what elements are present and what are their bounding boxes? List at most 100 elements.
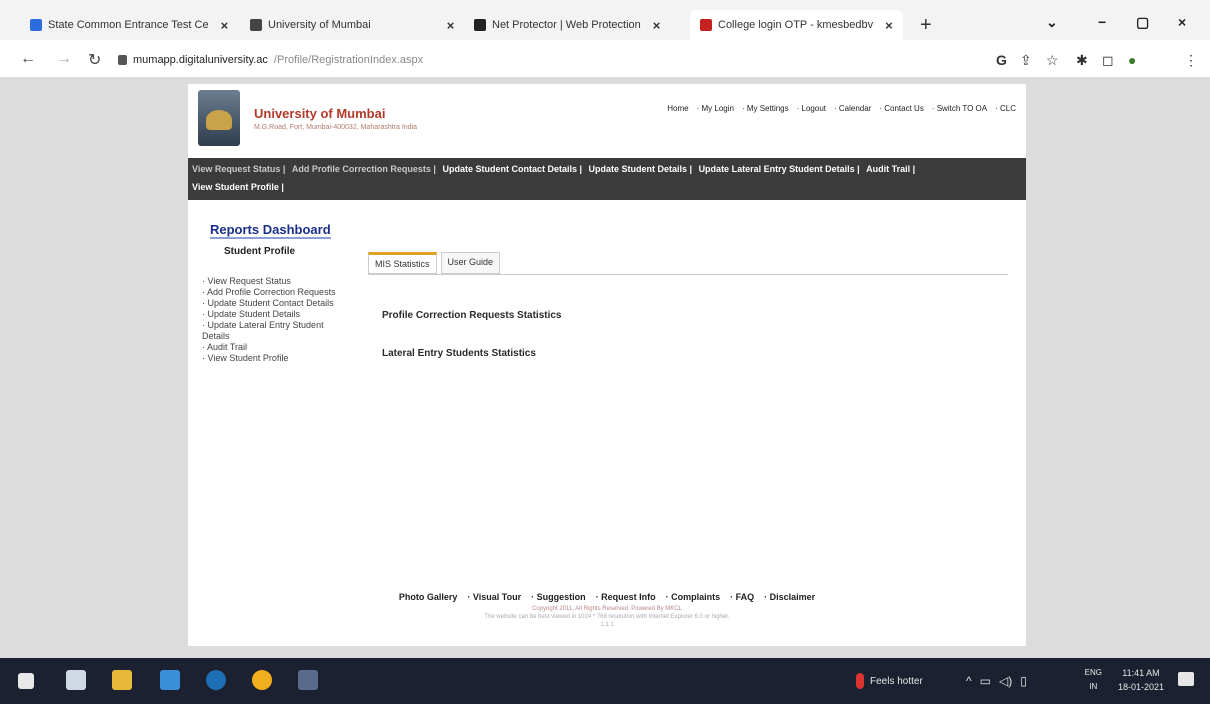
volume-icon[interactable]: ◁) <box>999 674 1012 688</box>
close-icon[interactable]: × <box>447 18 455 33</box>
footer-fine-print: The website can be best viewed in 1024 *… <box>484 614 730 620</box>
link-contact-us[interactable]: · Contact Us <box>879 104 923 113</box>
menu-add-profile-correction[interactable]: Add Profile Correction Requests | <box>292 164 436 174</box>
windows-taskbar: Feels hotter ^ ▭ ◁) ▯ ENG IN 11:41 AM 18… <box>0 658 1210 704</box>
site-title[interactable]: University of Mumbai <box>254 106 385 121</box>
footer-link-faq[interactable]: · FAQ <box>730 592 754 602</box>
file-explorer-icon[interactable] <box>112 670 132 690</box>
windows-start-icon[interactable] <box>18 673 34 689</box>
link-my-login[interactable]: · My Login <box>697 104 734 113</box>
tab-divider <box>368 274 1008 275</box>
link-logout[interactable]: · Logout <box>797 104 826 113</box>
footer-link-visual-tour[interactable]: · Visual Tour <box>467 592 521 602</box>
menu-update-contact-details[interactable]: Update Student Contact Details | <box>442 164 582 174</box>
menu-update-student-details[interactable]: Update Student Details | <box>589 164 693 174</box>
notification-icon[interactable] <box>1178 672 1194 686</box>
tab-mis-statistics[interactable]: MIS Statistics <box>368 252 437 274</box>
link-home[interactable]: Home <box>667 104 688 113</box>
site-footer: Photo Gallery · Visual Tour · Suggestion… <box>188 592 1026 628</box>
sidebar-item-update-contact-details[interactable]: · Update Student Contact Details <box>202 298 342 309</box>
region-code: IN <box>1089 682 1098 691</box>
minimize-icon[interactable]: − <box>1098 14 1106 30</box>
footer-link-request-info[interactable]: · Request Info <box>596 592 656 602</box>
link-switch-to-oa[interactable]: · Switch TO OA <box>932 104 987 113</box>
tab-user-guide[interactable]: User Guide <box>440 252 501 274</box>
address-bar[interactable]: mumapp.digitaluniversity.ac/Profile/Regi… <box>118 49 423 71</box>
footer-link-suggestion[interactable]: · Suggestion <box>531 592 586 602</box>
content-tabs: MIS Statistics User Guide <box>368 252 501 274</box>
google-icon[interactable]: G <box>996 52 1007 68</box>
task-view-icon[interactable] <box>66 670 86 690</box>
tab-title: College login OTP - kmesbedbv <box>718 19 874 31</box>
close-icon[interactable]: × <box>221 18 229 33</box>
close-window-icon[interactable]: × <box>1178 14 1186 30</box>
menu-audit-trail[interactable]: Audit Trail | <box>866 164 915 174</box>
link-clc[interactable]: · CLC <box>995 104 1016 113</box>
profile-avatar-icon[interactable]: ● <box>1128 52 1136 68</box>
weather-widget[interactable]: Feels hotter <box>856 658 923 704</box>
reports-dashboard-title[interactable]: Reports Dashboard <box>210 222 331 239</box>
menu-view-student-profile[interactable]: View Student Profile | <box>192 182 284 192</box>
system-tray: ^ ▭ ◁) ▯ <box>966 658 1027 704</box>
tab-title: Net Protector | Web Protection <box>492 19 641 31</box>
menu-row: View Request Status | Add Profile Correc… <box>192 164 919 174</box>
back-icon[interactable]: ← <box>20 50 36 68</box>
browser-tab[interactable]: State Common Entrance Test Ce × <box>20 10 238 40</box>
sidebar-item-update-lateral-entry[interactable]: · Update Lateral Entry Student Details <box>202 320 342 342</box>
link-my-settings[interactable]: · My Settings <box>742 104 789 113</box>
link-calendar[interactable]: · Calendar <box>834 104 871 113</box>
close-icon[interactable]: × <box>653 18 661 33</box>
share-icon[interactable]: ⇪ <box>1020 52 1032 69</box>
extensions-icon[interactable]: ✱ <box>1076 52 1088 69</box>
sidebar-item-view-student-profile[interactable]: · View Student Profile <box>202 353 342 364</box>
site-header: University of Mumbai M.G.Road, Fort, Mum… <box>188 84 1026 156</box>
footer-link-disclaimer[interactable]: · Disclaimer <box>764 592 815 602</box>
lang-code: ENG <box>1084 668 1102 677</box>
lock-icon <box>118 55 127 65</box>
browser-tab[interactable]: University of Mumbai × <box>240 10 464 40</box>
tab-title: State Common Entrance Test Ce <box>48 19 209 31</box>
tab-favicon-icon <box>30 19 42 31</box>
browser-tab-strip: State Common Entrance Test Ce × Universi… <box>0 0 1210 40</box>
sidebar-nav: · View Request Status · Add Profile Corr… <box>202 276 342 364</box>
tab-search-icon[interactable]: ⌄ <box>1046 14 1058 31</box>
language-indicator[interactable]: ENG IN <box>1085 666 1102 694</box>
edge-icon[interactable] <box>206 670 226 690</box>
footer-links: Photo Gallery · Visual Tour · Suggestion… <box>188 592 1026 602</box>
sidebar-item-audit-trail[interactable]: · Audit Trail <box>202 342 342 353</box>
tab-favicon-icon <box>250 19 262 31</box>
reload-icon[interactable]: ↻ <box>88 50 101 70</box>
maximize-icon[interactable]: ▢ <box>1136 14 1149 31</box>
photos-icon[interactable] <box>298 670 318 690</box>
forward-icon[interactable]: → <box>56 50 72 68</box>
footer-copyright: Copyright 2011, All Rights Reserved. Pow… <box>532 606 682 612</box>
chrome-icon[interactable] <box>252 670 272 690</box>
web-page: University of Mumbai M.G.Road, Fort, Mum… <box>188 84 1026 646</box>
page-viewport: University of Mumbai M.G.Road, Fort, Mum… <box>0 78 1210 658</box>
bookmark-star-icon[interactable]: ☆ <box>1046 52 1059 69</box>
university-logo-icon <box>198 90 240 146</box>
lateral-entry-stats-heading[interactable]: Lateral Entry Students Statistics <box>382 348 536 359</box>
footer-link-complaints[interactable]: · Complaints <box>666 592 721 602</box>
sidebar-item-update-student-details[interactable]: · Update Student Details <box>202 309 342 320</box>
url-host: mumapp.digitaluniversity.ac <box>133 54 268 66</box>
top-links: Home · My Login · My Settings · Logout ·… <box>667 104 1016 113</box>
taskbar-clock[interactable]: 11:41 AM 18-01-2021 <box>1118 666 1164 694</box>
chevron-up-icon[interactable]: ^ <box>966 674 972 688</box>
profile-correction-stats-heading[interactable]: Profile Correction Requests Statistics <box>382 310 562 321</box>
url-path: /Profile/RegistrationIndex.aspx <box>273 54 424 66</box>
new-tab-button[interactable]: + <box>920 14 932 37</box>
menu-view-request-status[interactable]: View Request Status | <box>192 164 285 174</box>
browser-tab[interactable]: Net Protector | Web Protection × <box>464 10 670 40</box>
menu-update-lateral-entry[interactable]: Update Lateral Entry Student Details | <box>699 164 860 174</box>
sidebar-item-view-request-status[interactable]: · View Request Status <box>202 276 342 287</box>
menu-kebab-icon[interactable]: ⋮ <box>1184 52 1198 69</box>
store-icon[interactable] <box>160 670 180 690</box>
sidebar-item-add-profile-correction[interactable]: · Add Profile Correction Requests <box>202 287 342 298</box>
battery-icon[interactable]: ▯ <box>1020 674 1027 688</box>
close-icon[interactable]: × <box>885 18 893 33</box>
sidepanel-icon[interactable]: ◻ <box>1102 52 1114 69</box>
network-icon[interactable]: ▭ <box>980 674 991 688</box>
footer-link-photo-gallery[interactable]: Photo Gallery <box>399 592 458 602</box>
browser-tab-active[interactable]: College login OTP - kmesbedbv × <box>690 10 903 40</box>
